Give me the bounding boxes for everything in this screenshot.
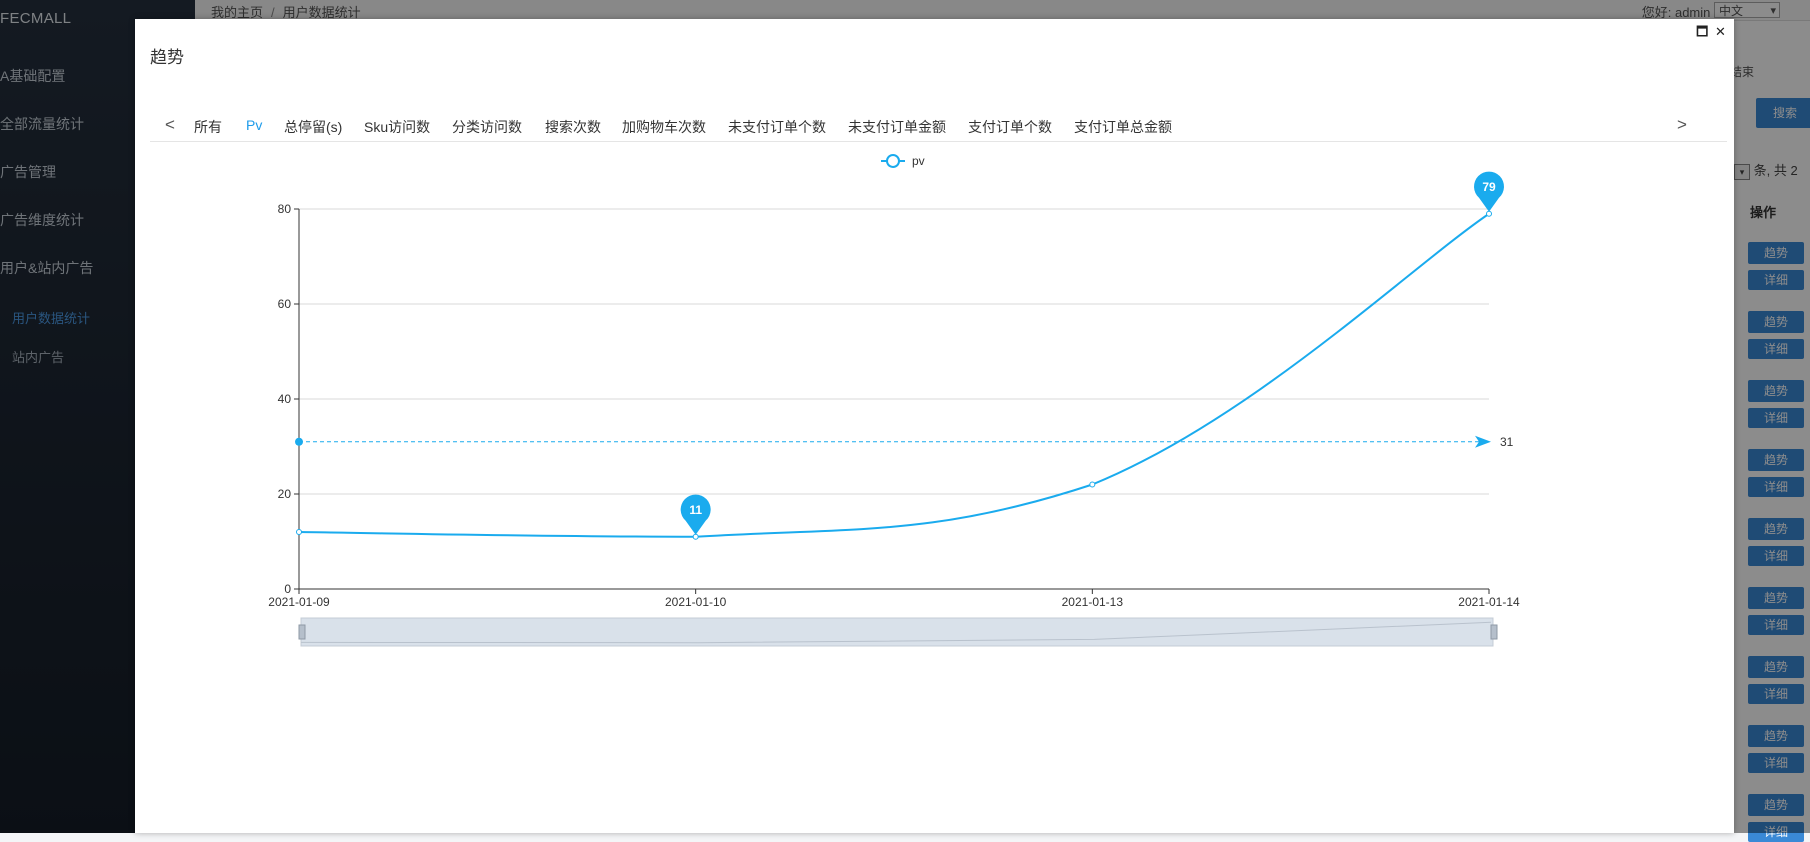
y-tick-label: 0 — [284, 582, 291, 596]
y-tick-label: 40 — [278, 392, 292, 406]
data-zoom-track — [300, 617, 1494, 647]
mark-line-label: 31 — [1500, 435, 1514, 449]
x-tick-label: 2021-01-10 — [665, 595, 727, 609]
legend-label-pv: pv — [912, 154, 925, 168]
data-point — [1089, 481, 1096, 488]
y-tick-label: 80 — [278, 202, 292, 216]
mark-point-label: 79 — [1482, 180, 1496, 194]
y-tick-label: 60 — [278, 297, 292, 311]
series-line-pv — [298, 212, 1490, 538]
data-zoom-handle-left[interactable] — [298, 624, 306, 640]
data-zoom-handle-right[interactable] — [1490, 624, 1498, 640]
y-tick-label: 20 — [278, 487, 292, 501]
mark-point-label: 11 — [689, 503, 702, 517]
data-point — [1486, 210, 1492, 217]
data-point — [296, 529, 302, 535]
x-tick-label: 2021-01-09 — [268, 595, 330, 609]
data-point — [692, 533, 699, 540]
pv-trend-chart: 0 20 40 60 80 2021-01-09 2021-01-10 2021-01-13 2… — [268, 154, 1520, 647]
x-tick-label: 2021-01-14 — [1458, 595, 1520, 609]
legend-marker — [886, 154, 900, 168]
trend-modal: 趋势 🗖 ✕ < 所有 Pv 总停留(s) Sku访问数 分类访问数 搜索次数 … — [135, 19, 1734, 833]
x-tick-label: 2021-01-13 — [1062, 595, 1124, 609]
